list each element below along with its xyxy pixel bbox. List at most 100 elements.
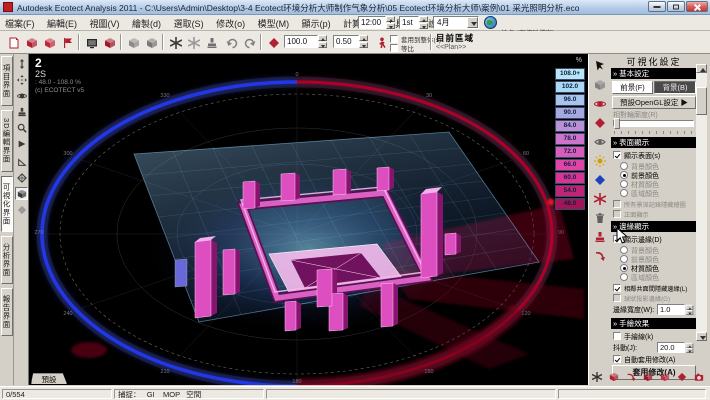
move-vertical-icon[interactable] [15, 57, 28, 70]
show-surfaces-checkbox[interactable]: 顯示表面(s) [613, 151, 697, 161]
current-zone-indicator[interactable]: 目前區域 <<Plan>> [436, 32, 514, 51]
zoom-value-spinner[interactable] [318, 35, 327, 48]
new-file-button[interactable] [4, 33, 22, 51]
zoom-value-input[interactable]: 100.0 [284, 35, 318, 48]
maximize-button[interactable] [667, 1, 685, 12]
display-mode-button[interactable] [82, 33, 100, 51]
section-basic-settings[interactable]: »基本設定 [611, 68, 696, 79]
spherical-edges-checkbox[interactable]: 球狀投影邊緣(G) [613, 294, 697, 304]
auto-apply-checkbox[interactable]: 自動套用修改(A) [613, 355, 697, 365]
snapshot-camera-icon[interactable] [692, 370, 707, 385]
snap-value-input[interactable]: 0.50 [333, 35, 359, 48]
rotate-model-icon[interactable] [624, 370, 639, 385]
edge-width-input[interactable]: 1.0 [657, 304, 685, 315]
background-button[interactable]: 背景(B) [654, 81, 696, 94]
zoom-tool-icon[interactable] [15, 121, 28, 134]
axis-icon[interactable] [15, 171, 28, 184]
open-file-button[interactable] [22, 33, 40, 51]
tab-visualise-page[interactable]: 可視化界面 [1, 176, 13, 232]
menu-select[interactable]: 選取(S) [169, 15, 209, 30]
value-legend: % 108.0+ 102.0 96.0 90.0 84.0 78.0 72.0 … [555, 57, 585, 211]
scroll-down-icon[interactable] [696, 332, 707, 341]
undo-button[interactable] [222, 33, 240, 51]
model-b-icon[interactable] [658, 370, 673, 385]
menu-edit[interactable]: 編輯(E) [42, 15, 82, 30]
foreground-button[interactable]: 前景(F) [612, 81, 653, 94]
orbit-icon[interactable] [15, 89, 28, 102]
snap-status: 捕捉： GI MOP 空間 [114, 389, 264, 399]
selection-tool-button[interactable] [264, 33, 282, 51]
blue-gem-icon[interactable] [592, 172, 607, 187]
pin-view-icon[interactable] [15, 105, 28, 118]
panel-scrollbar[interactable] [696, 64, 707, 394]
snap-value-spinner[interactable] [359, 35, 368, 48]
3d-viewport[interactable]: 0 30 60 90 120 150 180 210 240 270 300 3… [29, 54, 588, 385]
menu-model[interactable]: 模型(M) [253, 15, 295, 30]
wireframe-star-icon[interactable] [590, 370, 605, 385]
default-opengl-button[interactable]: 預設OpenGL設定 ▶ [612, 96, 696, 109]
sun-icon[interactable] [592, 153, 607, 168]
menu-draw[interactable]: 繪製(d) [127, 15, 166, 30]
stamp-button[interactable] [202, 33, 220, 51]
select-cursor-icon[interactable] [592, 58, 607, 73]
shading-icon[interactable] [592, 77, 607, 92]
object-tool-button[interactable] [142, 33, 160, 51]
stamp-tool-icon[interactable] [592, 229, 607, 244]
menu-display[interactable]: 顯示(p) [297, 15, 336, 30]
depth-record-checkbox[interactable]: 所有景深記錄隱藏繪圖 [613, 200, 697, 210]
material-gem-icon[interactable] [592, 115, 607, 130]
day-spinner[interactable] [419, 16, 428, 29]
close-button[interactable] [686, 1, 708, 12]
tab-reports-page[interactable]: 報告界面 [1, 288, 13, 336]
jitter-spinner[interactable] [686, 343, 694, 352]
section-surface-display[interactable]: »表面顯示 [611, 137, 696, 148]
title-bar[interactable]: Autodesk Ecotect Analysis 2011 - C:\User… [0, 0, 710, 15]
pan-icon[interactable] [15, 73, 28, 86]
menu-file[interactable]: 檔案(F) [0, 15, 40, 30]
globe-icon[interactable] [484, 16, 497, 29]
analysis-grid-button[interactable] [166, 33, 184, 51]
visibility-eye-icon[interactable] [592, 134, 607, 149]
viewport-tab-default[interactable]: 預設 [31, 373, 67, 384]
jitter-input[interactable]: 20.0 [657, 342, 685, 353]
spin-model-icon[interactable] [592, 96, 607, 111]
rays-button[interactable] [184, 33, 202, 51]
import-button[interactable] [58, 33, 76, 51]
month-dropdown[interactable]: 4月 [433, 16, 479, 29]
redo-button[interactable] [240, 33, 258, 51]
tab-3d-editor-page[interactable]: 3D編輯界面 [1, 110, 13, 172]
scroll-thumb[interactable] [696, 87, 707, 115]
zone-tool-button[interactable] [124, 33, 142, 51]
menu-modify[interactable]: 修改(o) [211, 15, 250, 30]
measure-icon[interactable] [15, 155, 28, 168]
edge-width-spinner[interactable] [686, 305, 694, 314]
scroll-track[interactable] [696, 73, 707, 332]
sketch-lines-checkbox[interactable]: 手繪線(k) [613, 332, 697, 342]
day-input[interactable]: 1st [399, 16, 419, 29]
tab-project-page[interactable]: 項目界面 [1, 56, 13, 106]
material-button[interactable] [100, 33, 118, 51]
ortho-view-icon[interactable] [15, 203, 28, 216]
rays-star-icon[interactable] [592, 191, 607, 206]
scroll-up-icon[interactable] [696, 64, 707, 73]
walkthrough-person-icon[interactable] [372, 33, 390, 51]
section-sketch-effects[interactable]: »手繪效果 [611, 318, 696, 329]
save-file-button[interactable] [40, 33, 58, 51]
tab-analysis-page[interactable]: 分析界面 [1, 236, 13, 284]
model-a-icon[interactable] [641, 370, 656, 385]
proportional-checkbox[interactable]: 等比 [390, 44, 414, 54]
fly-to-icon[interactable] [15, 137, 28, 150]
surface-color-zone-radio[interactable]: 區域顏色 [620, 189, 704, 199]
edge-color-zone-radio[interactable]: 區域顏色 [620, 273, 704, 283]
trash-icon[interactable] [592, 210, 607, 225]
export-model-icon[interactable] [607, 370, 622, 385]
minimize-button[interactable] [648, 1, 666, 12]
time-spinner[interactable] [386, 16, 395, 29]
coplanar-edges-checkbox[interactable]: 相鄰共面間隱藏邊緣(L) [613, 284, 697, 294]
gem-tool-icon[interactable] [675, 370, 690, 385]
time-input[interactable]: 12:00 [358, 16, 386, 29]
front-face-checkbox[interactable]: 正面顯示 [613, 210, 697, 220]
menu-view[interactable]: 視圖(V) [85, 15, 125, 30]
perspective-view-icon[interactable] [15, 187, 28, 200]
export-arrow-icon[interactable] [592, 248, 607, 263]
